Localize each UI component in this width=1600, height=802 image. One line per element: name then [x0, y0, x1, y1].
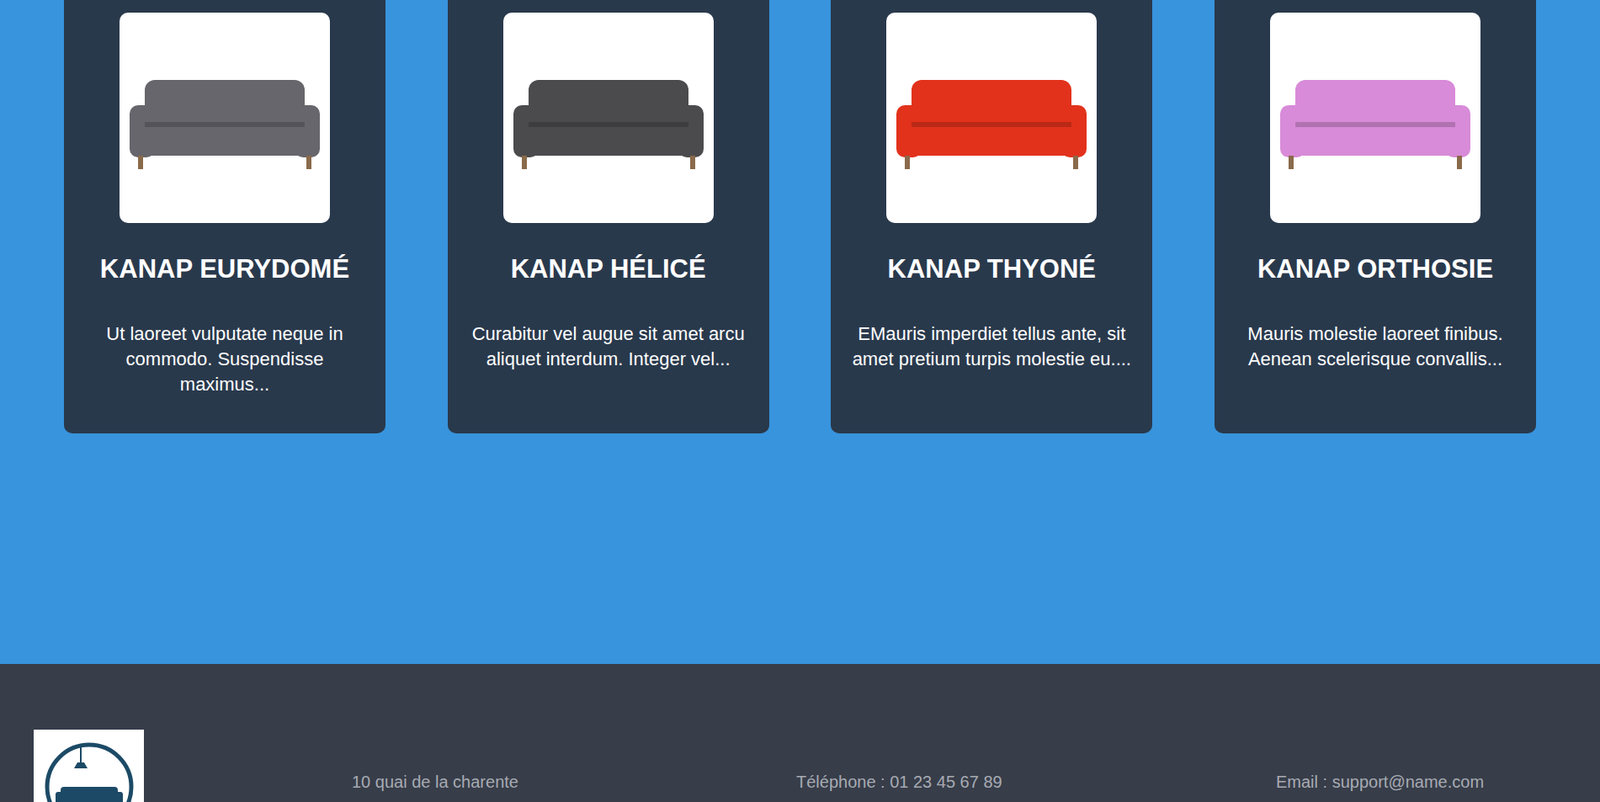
product-name: KANAP ORTHOSIE — [1257, 253, 1494, 285]
sofa-icon — [119, 46, 330, 190]
product-image — [886, 12, 1097, 224]
product-image — [119, 12, 330, 224]
product-name: KANAP EURYDOMÉ — [100, 253, 350, 285]
product-card[interactable]: KANAP HÉLICÉ Curabitur vel augue sit amet… — [447, 0, 770, 434]
phone-text: Téléphone : 01 23 45 67 89 — [796, 664, 1276, 793]
product-image — [1270, 12, 1481, 224]
address-text: 10 quai de la charente — [351, 664, 797, 793]
product-list: KANAP EURYDOMÉ Ut laoreet vulputate neque… — [0, 0, 1600, 665]
sofa-icon — [886, 46, 1097, 190]
product-name: KANAP HÉLICÉ — [510, 253, 707, 285]
product-description: Curabitur vel augue sit amet arcu alique… — [466, 321, 751, 373]
sofa-icon — [503, 46, 714, 190]
product-description: EMauris imperdiet tellus ante, sit amet … — [849, 321, 1134, 373]
product-description: Ut laoreet vulputate neque in commodo. S… — [82, 321, 367, 398]
product-card[interactable]: KANAP THYONÉ EMauris imperdiet tellus ant… — [830, 0, 1153, 434]
email-link[interactable]: Email : support@name.com — [1275, 664, 1484, 793]
product-card[interactable]: KANAP ORTHOSIE Mauris molestie laoreet fi… — [1214, 0, 1537, 434]
logo-icon[interactable] — [33, 729, 144, 802]
page-footer: 10 quai de la charente Téléphone : 01 23… — [0, 664, 1600, 802]
product-name: KANAP THYONÉ — [887, 253, 1096, 285]
product-image — [503, 12, 714, 224]
product-description: Mauris molestie laoreet finibus. Aenean … — [1233, 321, 1518, 373]
sofa-icon — [1270, 46, 1481, 190]
product-card[interactable]: KANAP EURYDOMÉ Ut laoreet vulputate neque… — [63, 0, 386, 434]
